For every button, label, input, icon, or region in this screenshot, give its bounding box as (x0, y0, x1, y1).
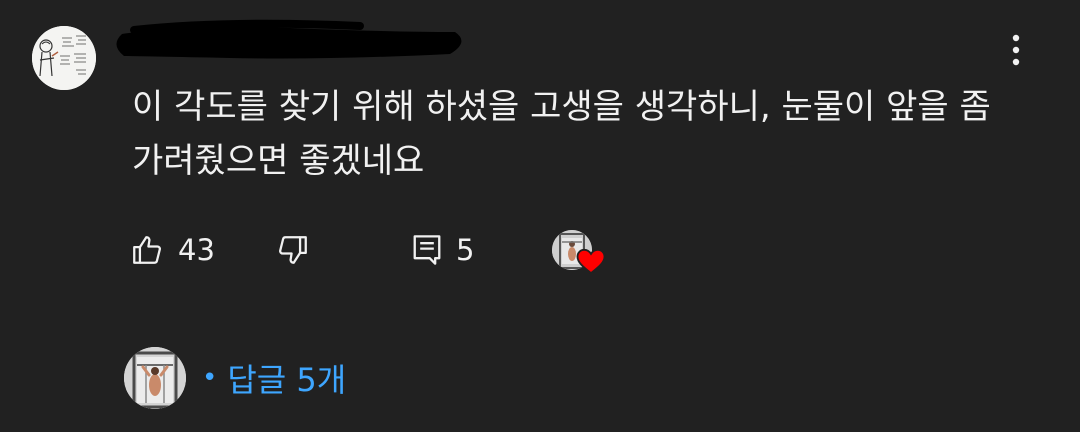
comment-icon (413, 235, 441, 265)
reply-count: 5 (456, 233, 475, 267)
like-button[interactable]: 43 (130, 226, 215, 274)
heart-icon (576, 248, 606, 275)
like-count: 43 (178, 233, 215, 267)
comment-actions: 43 5 (0, 226, 1080, 274)
thumb-down-icon (279, 236, 307, 264)
more-vert-icon (1012, 34, 1020, 66)
reply-button[interactable]: 5 (412, 226, 474, 274)
reply-dot: • (202, 363, 218, 393)
view-replies-button[interactable]: • 답글 5개 (124, 346, 346, 410)
thumb-up-icon (133, 236, 161, 264)
redacted-author-name (110, 12, 470, 72)
more-options-button[interactable] (996, 28, 1036, 72)
dislike-button[interactable] (276, 226, 310, 274)
commenter-avatar[interactable] (32, 26, 96, 90)
reply-author-avatar (124, 347, 186, 409)
comment-text: 이 각도를 찾기 위해 하셨을 고생을 생각하니, 눈물이 앞을 좀 가려줬으면… (132, 87, 991, 181)
creator-heart-badge (552, 230, 608, 276)
replies-label[interactable]: 답글 5개 (227, 355, 346, 401)
